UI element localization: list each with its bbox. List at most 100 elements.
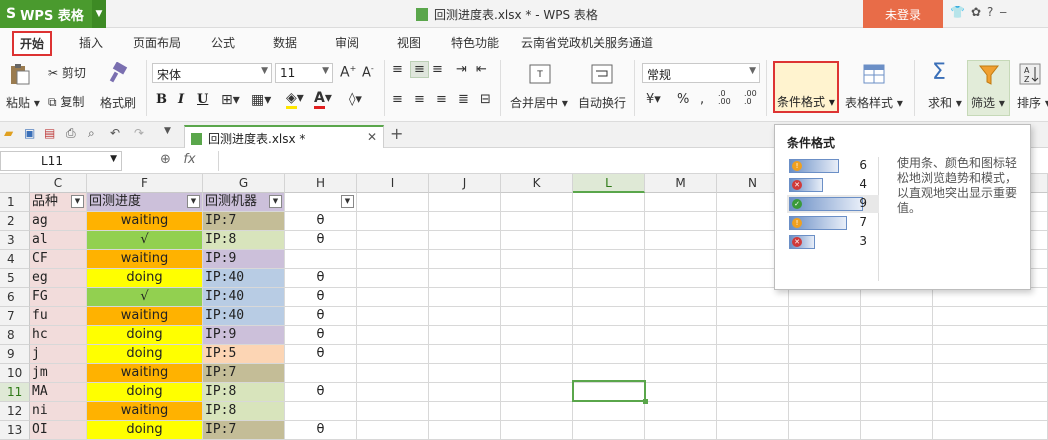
cell-progress[interactable]: doing [87,383,203,402]
fx-icon[interactable]: fx [183,152,195,167]
cell-machine[interactable]: IP:7 [203,364,285,383]
empty-cell[interactable] [357,269,429,288]
cell-progress[interactable]: √ [87,231,203,250]
empty-cell[interactable] [501,421,573,440]
empty-cell[interactable] [573,193,645,212]
open-folder-icon[interactable]: ▰ [4,126,13,140]
indent-icon[interactable]: ⇥ [456,62,467,77]
cell-progress[interactable]: waiting [87,402,203,421]
empty-cell[interactable] [501,250,573,269]
empty-cell[interactable] [357,193,429,212]
empty-cell[interactable] [789,364,861,383]
undo-icon[interactable]: ↶ [110,126,120,140]
sort-icon[interactable]: AZ [1018,62,1042,86]
empty-cell[interactable] [357,231,429,250]
row-header[interactable]: 1 [0,193,30,212]
empty-cell[interactable] [357,250,429,269]
tab-special[interactable]: 特色功能 [451,34,499,51]
empty-cell[interactable] [357,402,429,421]
empty-cell[interactable] [429,307,501,326]
cell-progress[interactable]: waiting [87,364,203,383]
sort-button[interactable]: 排序 ▾ [1017,94,1048,111]
empty-cell[interactable] [933,307,1048,326]
cell-machine[interactable]: IP:8 [203,231,285,250]
empty-cell[interactable] [789,402,861,421]
fill-color-icon[interactable]: ◈▾ [286,90,304,109]
row-header[interactable]: 4 [0,250,30,269]
cell-progress[interactable]: doing [87,421,203,440]
font-size-select[interactable]: 11 ▼ [275,63,333,83]
empty-cell[interactable] [501,345,573,364]
cell-h[interactable]: θ [285,421,357,440]
cell-h[interactable]: θ [285,345,357,364]
empty-cell[interactable] [573,231,645,250]
empty-cell[interactable] [861,288,933,307]
empty-cell[interactable] [717,364,789,383]
empty-cell[interactable] [789,307,861,326]
empty-cell[interactable] [789,345,861,364]
empty-cell[interactable] [717,383,789,402]
cell-h[interactable]: θ [285,231,357,250]
empty-cell[interactable] [357,307,429,326]
row-header[interactable]: 5 [0,269,30,288]
cell-progress[interactable]: doing [87,269,203,288]
empty-cell[interactable] [933,345,1048,364]
empty-cell[interactable] [933,421,1048,440]
cell-variety[interactable]: MA [30,383,87,402]
cell-h[interactable]: θ [285,212,357,231]
empty-cell[interactable] [861,345,933,364]
empty-cell[interactable] [717,326,789,345]
empty-cell[interactable] [429,193,501,212]
selected-cell-l11[interactable] [572,380,648,404]
export-pdf-icon[interactable]: ▤ [44,126,55,140]
tab-data[interactable]: 数据 [273,34,297,51]
cell-progress[interactable]: doing [87,326,203,345]
row-header[interactable]: 8 [0,326,30,345]
column-header-k[interactable]: K [501,174,573,193]
print-preview-icon[interactable]: ⌕ [88,126,95,141]
number-format-select[interactable]: 常规 ▼ [642,63,760,83]
empty-cell[interactable] [645,212,717,231]
empty-cell[interactable] [429,402,501,421]
distributed-icon[interactable]: ⊟ [480,92,491,107]
clear-format-icon[interactable]: ◊▾ [349,92,362,107]
empty-cell[interactable] [645,231,717,250]
close-tab-icon[interactable]: ✕ [367,130,377,144]
quick-access-dropdown-icon[interactable]: ▼ [164,126,171,136]
cell-variety[interactable]: j [30,345,87,364]
empty-cell[interactable] [429,364,501,383]
align-left-icon[interactable]: ≡ [392,92,403,107]
empty-cell[interactable] [933,364,1048,383]
empty-cell[interactable] [717,345,789,364]
empty-cell[interactable] [789,326,861,345]
cell-h[interactable]: θ [285,307,357,326]
outdent-icon[interactable]: ⇤ [476,62,487,77]
empty-cell[interactable] [501,269,573,288]
empty-cell[interactable] [429,383,501,402]
align-right-icon[interactable]: ≡ [436,92,447,107]
justify-icon[interactable]: ≣ [458,92,469,107]
empty-cell[interactable] [789,421,861,440]
empty-cell[interactable] [429,269,501,288]
format-painter-button[interactable]: 格式刷 [100,94,136,111]
cell-machine[interactable]: IP:7 [203,421,285,440]
empty-cell[interactable] [573,421,645,440]
empty-cell[interactable] [357,364,429,383]
empty-cell[interactable] [429,421,501,440]
empty-cell[interactable] [357,383,429,402]
align-middle-icon[interactable]: ≡ [410,61,429,78]
empty-cell[interactable] [717,288,789,307]
wrap-text-icon[interactable] [590,62,614,86]
sum-button[interactable]: 求和 ▾ [928,94,962,111]
align-center-icon[interactable]: ≡ [414,92,425,107]
empty-cell[interactable] [933,383,1048,402]
empty-cell[interactable] [429,288,501,307]
save-icon[interactable]: ▣ [24,126,35,140]
empty-cell[interactable] [645,345,717,364]
empty-cell[interactable] [573,307,645,326]
paste-button[interactable]: 粘贴 ▾ [6,94,40,111]
italic-button[interactable]: I [178,92,184,107]
row-header[interactable]: 3 [0,231,30,250]
empty-cell[interactable] [357,212,429,231]
increase-decimal-icon[interactable]: .0.00 [718,90,731,106]
